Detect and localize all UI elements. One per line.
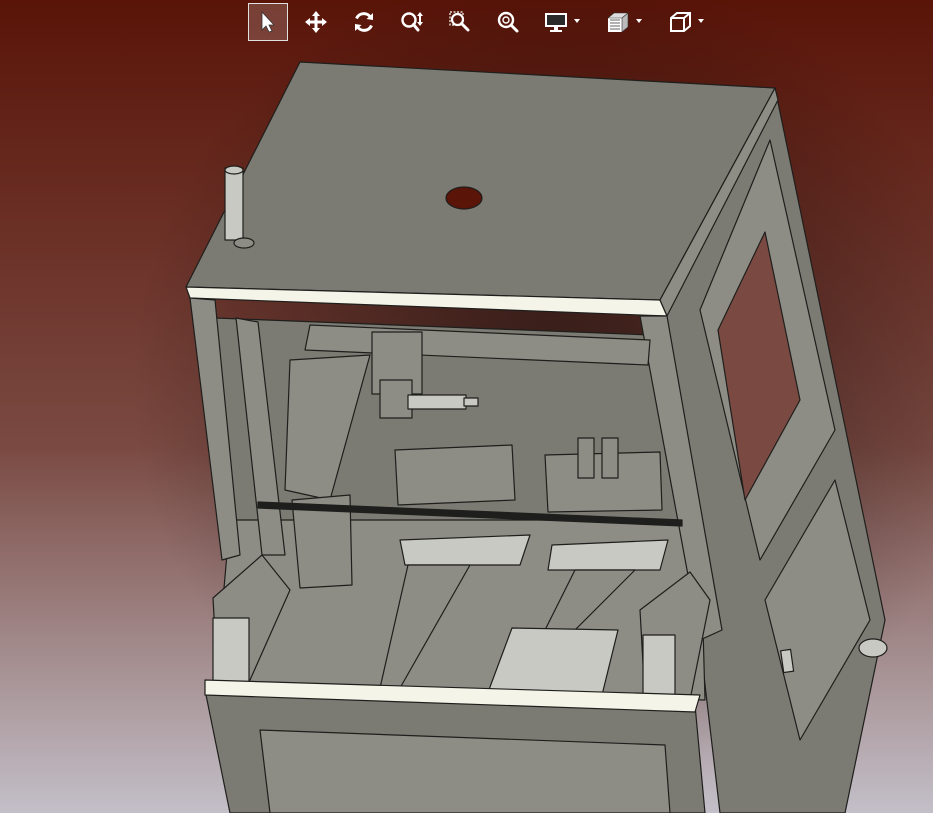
zoom-window-icon <box>449 11 470 32</box>
section-view-icon <box>607 12 629 33</box>
fixture-right-post-b <box>601 437 619 479</box>
signal-tower-base <box>233 237 255 249</box>
view-toolbar <box>248 2 722 42</box>
right-button-panel <box>642 634 676 701</box>
lower-cabinet-door <box>259 729 671 813</box>
spindle <box>407 394 467 410</box>
chevron-down-icon[interactable] <box>636 19 642 23</box>
signal-tower-cap <box>224 165 244 175</box>
display-mode-button[interactable] <box>536 3 580 41</box>
rotate-icon <box>355 12 373 32</box>
section-view-button[interactable] <box>598 3 642 41</box>
left-button-panel <box>212 617 250 689</box>
move-arrows-icon <box>305 11 327 33</box>
zoom-updown-icon <box>401 12 423 32</box>
monitor-icon <box>545 13 567 32</box>
machine-model[interactable] <box>0 0 933 813</box>
3d-viewport[interactable] <box>0 0 933 813</box>
spindle-tip <box>463 397 479 407</box>
fixture-right-base <box>547 539 669 571</box>
leveling-foot <box>858 638 888 658</box>
rotate-tool-button[interactable] <box>344 3 384 41</box>
fixture-left <box>394 444 516 506</box>
arrow-pointer-icon <box>261 10 275 33</box>
fixture-right-post-a <box>577 437 595 479</box>
top-cover-hole <box>445 186 483 210</box>
pan-tool-button[interactable] <box>296 3 336 41</box>
select-tool-button[interactable] <box>248 3 288 41</box>
fixture-left-base <box>399 534 531 566</box>
zoom-updown-button[interactable] <box>392 3 432 41</box>
zoom-fit-button[interactable] <box>488 3 528 41</box>
view-orientation-button[interactable] <box>660 3 704 41</box>
cube-view-icon <box>670 12 691 32</box>
zoom-window-button[interactable] <box>440 3 480 41</box>
chevron-down-icon[interactable] <box>698 19 704 23</box>
signal-tower <box>224 167 244 241</box>
tool-head <box>379 379 413 419</box>
chevron-down-icon[interactable] <box>574 19 580 23</box>
zoom-fit-icon <box>497 11 519 33</box>
